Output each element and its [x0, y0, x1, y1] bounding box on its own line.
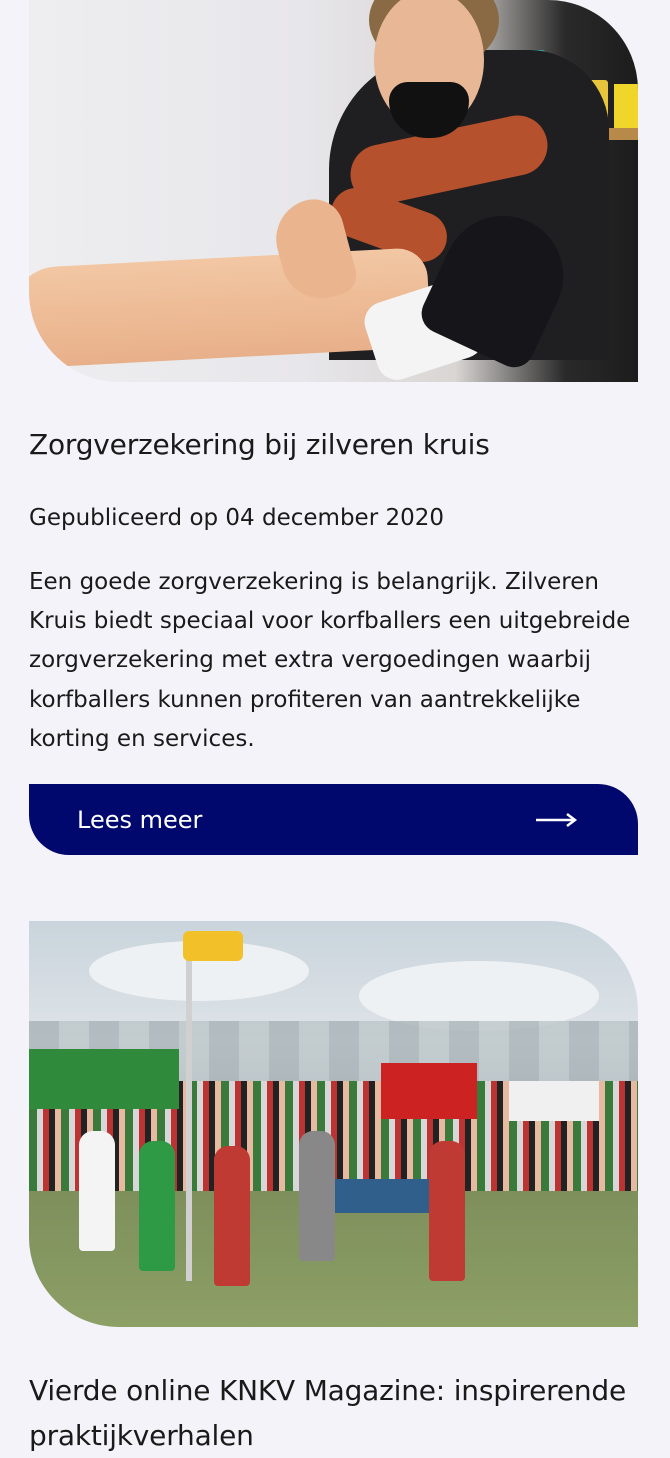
- article-image[interactable]: [29, 921, 638, 1327]
- read-more-button[interactable]: Lees meer: [29, 784, 638, 855]
- article-title[interactable]: Zorgverzekering bij zilveren kruis: [29, 422, 490, 467]
- read-more-label: Lees meer: [77, 805, 203, 834]
- arrow-right-icon: [536, 812, 578, 827]
- article-card: Vierde online KNKV Magazine: inspirerend…: [29, 921, 638, 1452]
- article-image[interactable]: [29, 0, 638, 382]
- article-title[interactable]: Vierde online KNKV Magazine: inspirerend…: [29, 1368, 638, 1458]
- article-excerpt: Een goede zorgverzekering is belangrijk.…: [29, 569, 631, 752]
- article-card: Zorgverzekering bij zilveren kruis Gepub…: [29, 0, 638, 855]
- article-publish-date: Gepubliceerd op 04 december 2020: [29, 505, 444, 531]
